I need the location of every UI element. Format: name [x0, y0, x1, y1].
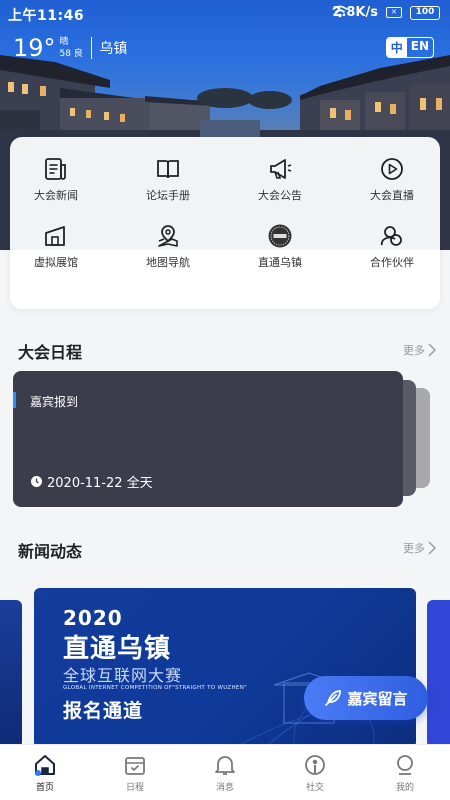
menu-item-virtual-hall[interactable]: 虚拟展馆 [6, 223, 106, 270]
guest-message-label: 嘉宾留言 [347, 689, 408, 708]
menu-label: 地图导航 [146, 256, 190, 269]
social-icon [305, 755, 325, 775]
nav-social[interactable]: 社交 [270, 745, 360, 800]
air-quality: 58 良 [59, 49, 83, 59]
menu-item-news[interactable]: 大会新闻 [6, 156, 106, 203]
menu-item-handbook[interactable]: 论坛手册 [118, 156, 218, 203]
pavilion-icon [45, 226, 65, 246]
menu-label: 大会新闻 [34, 189, 78, 202]
calendar-icon [125, 757, 145, 775]
sim-icon: ✕ [386, 7, 402, 18]
status-bar: 上午11:46 2.8K/s ✕ 100 [0, 0, 450, 28]
menu-label: 合作伙伴 [370, 256, 414, 269]
lang-en-option[interactable]: EN [407, 38, 433, 57]
more-label: 更多 [403, 344, 425, 357]
schedule-item-time: 2020-11-22 全天 [31, 472, 153, 491]
menu-label: 论坛手册 [146, 189, 190, 202]
more-label: 更多 [403, 542, 425, 555]
battery-icon: 100 [410, 5, 440, 20]
partner-icon [380, 226, 402, 246]
bell-icon [215, 756, 235, 775]
nav-label: 我的 [395, 783, 414, 793]
news-carousel-prev-slide[interactable] [0, 600, 22, 748]
banner-headline: 直通乌镇 [63, 634, 172, 664]
nav-label: 日程 [125, 783, 144, 793]
bottom-navigation: 首页 日程 消息 社交 我的 [0, 744, 450, 800]
city-name: 乌镇 [99, 41, 128, 57]
nav-messages[interactable]: 消息 [180, 745, 270, 800]
banner-register-text: 报名通道 [63, 700, 144, 722]
language-toggle[interactable]: 中 EN [385, 37, 434, 58]
news-more-link[interactable]: 更多 [403, 540, 436, 556]
banner-subheadline: 全球互联网大赛 [63, 666, 183, 685]
menu-item-announcement[interactable]: 大会公告 [230, 156, 330, 203]
temperature: 19° [13, 34, 56, 62]
menu-item-wuzhen[interactable]: 直通乌镇 [230, 223, 330, 270]
quick-menu-card: 大会新闻 论坛手册 大会公告 大会直播 虚拟展馆 地图导航 直通乌镇 合作伙伴 [10, 137, 440, 309]
status-time: 上午11:46 [8, 8, 85, 24]
news-carousel-next-slide[interactable] [427, 600, 450, 748]
wifi-icon [332, 5, 348, 18]
banner-year: 2020 [63, 606, 123, 630]
banner-english-title: GLOBAL INTERNET COMPETITION OF"STRAIGHT … [63, 685, 247, 691]
lang-zh-option[interactable]: 中 [386, 38, 407, 57]
nav-label: 首页 [35, 783, 54, 793]
menu-label: 大会公告 [258, 189, 302, 202]
menu-item-partners[interactable]: 合作伙伴 [342, 223, 442, 270]
home-icon [35, 755, 55, 776]
menu-label: 直通乌镇 [258, 256, 302, 269]
schedule-item-title: 嘉宾报到 [30, 395, 79, 409]
menu-label: 虚拟展馆 [34, 256, 78, 269]
schedule-time-text: 2020-11-22 全天 [47, 476, 153, 491]
menu-item-live[interactable]: 大会直播 [342, 156, 442, 203]
chevron-right-icon [428, 343, 436, 357]
schedule-card[interactable]: 嘉宾报到 2020-11-22 全天 [13, 371, 403, 507]
weather-condition: 晴 [59, 37, 69, 47]
profile-icon [397, 755, 413, 775]
clock-icon [31, 476, 42, 487]
schedule-title: 大会日程 [18, 343, 83, 362]
menu-item-map[interactable]: 地图导航 [118, 223, 218, 270]
menu-label: 大会直播 [370, 189, 414, 202]
nav-label: 社交 [305, 783, 324, 793]
book-icon [157, 160, 179, 179]
badge-icon [268, 224, 292, 248]
schedule-accent-bar [13, 392, 16, 408]
nav-home[interactable]: 首页 [0, 745, 90, 800]
weather-divider [90, 37, 93, 59]
nav-profile[interactable]: 我的 [360, 745, 450, 800]
weather-widget[interactable]: 19° 晴 58 良 乌镇 [13, 34, 127, 62]
feather-icon [325, 690, 342, 706]
map-icon [158, 225, 178, 247]
nav-label: 消息 [215, 783, 234, 793]
guest-message-button[interactable]: 嘉宾留言 [304, 676, 428, 720]
nav-schedule[interactable]: 日程 [90, 745, 180, 800]
megaphone-icon [270, 159, 292, 179]
schedule-more-link[interactable]: 更多 [403, 342, 436, 358]
news-icon [45, 158, 66, 180]
news-title: 新闻动态 [18, 542, 83, 561]
news-banner[interactable]: 2020 直通乌镇 全球互联网大赛 GLOBAL INTERNET COMPET… [34, 588, 416, 748]
play-icon [381, 158, 403, 180]
chevron-right-icon [428, 541, 436, 555]
